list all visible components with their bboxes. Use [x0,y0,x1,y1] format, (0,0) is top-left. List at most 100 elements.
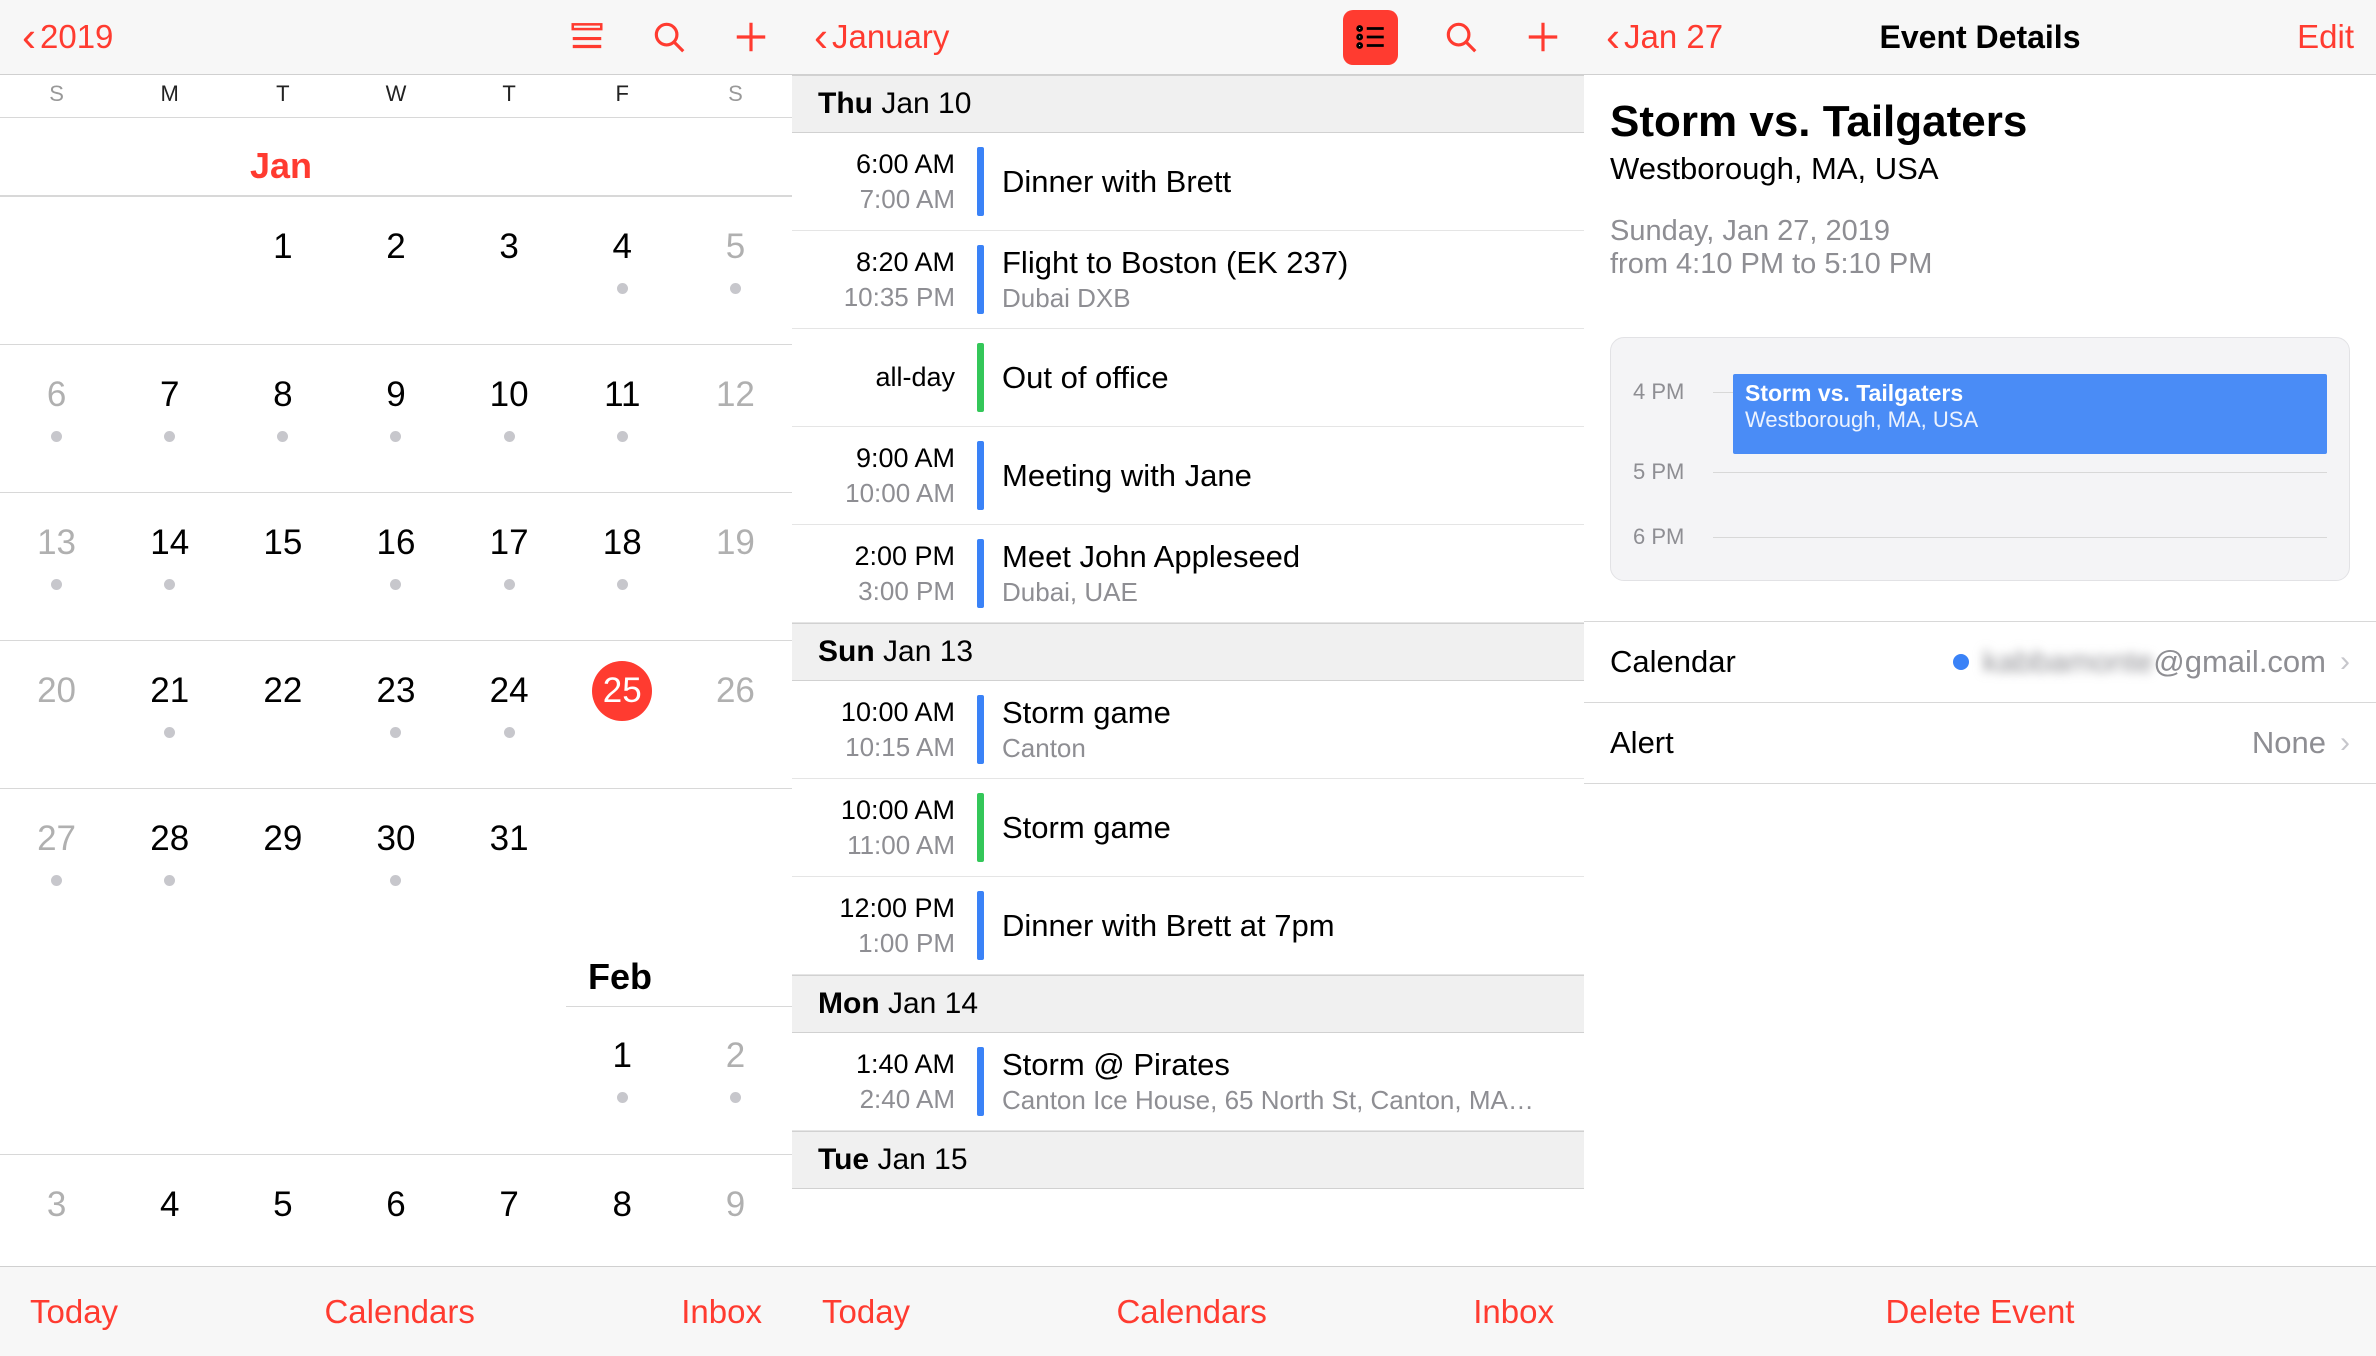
day-number: 27 [27,809,87,869]
event-list-scroll[interactable]: Thu Jan 106:00 AM7:00 AMDinner with Bret… [792,75,1584,1266]
day-header: Tue Jan 15 [792,1131,1584,1189]
event-row[interactable]: 1:40 AM2:40 AMStorm @ PiratesCanton Ice … [792,1033,1584,1131]
day-cell[interactable]: 29 [226,789,339,936]
day-cell[interactable]: 7 [453,1155,566,1244]
day-cell[interactable]: 6 [0,345,113,492]
day-cell[interactable]: 24 [453,641,566,788]
day-number: 7 [479,1175,539,1235]
inbox-button[interactable]: Inbox [1473,1293,1554,1331]
event-row[interactable]: all-dayOut of office [792,329,1584,427]
day-number: 5 [705,217,765,277]
search-icon[interactable] [1442,18,1480,56]
search-icon[interactable] [650,18,688,56]
day-cell[interactable]: 18 [566,493,679,640]
day-cell[interactable]: 7 [113,345,226,492]
day-cell[interactable]: 3 [453,197,566,344]
event-dot-icon [164,875,175,886]
day-cell[interactable]: 2 [679,1006,792,1154]
event-row[interactable]: 10:00 AM11:00 AMStorm game [792,779,1584,877]
day-cell[interactable]: 31 [453,789,566,936]
event-color-bar [977,245,984,314]
detail-scroll-area[interactable]: Storm vs. Tailgaters Westborough, MA, US… [1584,75,2376,1266]
back-to-month-button[interactable]: ‹ January [814,16,949,58]
calendars-button[interactable]: Calendars [1116,1293,1266,1331]
day-cell[interactable]: 8 [566,1155,679,1244]
day-view-icon[interactable] [568,18,606,56]
day-cell[interactable]: 20 [0,641,113,788]
day-cell[interactable]: 19 [679,493,792,640]
event-content: Storm gameCanton [984,695,1584,764]
event-row[interactable]: 2:00 PM3:00 PMMeet John AppleseedDubai, … [792,525,1584,623]
day-cell[interactable]: 5 [679,197,792,344]
event-row[interactable]: 6:00 AM7:00 AMDinner with Brett [792,133,1584,231]
day-cell[interactable]: 14 [113,493,226,640]
day-cell[interactable]: 12 [679,345,792,492]
day-number: 10 [479,365,539,425]
day-cell[interactable]: 17 [453,493,566,640]
back-to-year-button[interactable]: ‹ 2019 [22,16,113,58]
today-button[interactable]: Today [822,1293,910,1331]
day-cell[interactable]: 11 [566,345,679,492]
edit-button[interactable]: Edit [2297,18,2354,56]
event-content: Out of office [984,360,1584,396]
day-number: 26 [705,661,765,721]
month-label-row: Feb [0,936,792,1006]
month-tabbar: Today Calendars Inbox [0,1266,792,1356]
day-cell[interactable]: 6 [339,1155,452,1244]
day-cell[interactable]: 9 [339,345,452,492]
day-cell[interactable]: 13 [0,493,113,640]
day-cell[interactable]: 26 [679,641,792,788]
event-row[interactable]: 12:00 PM1:00 PMDinner with Brett at 7pm [792,877,1584,975]
day-cell[interactable]: 3 [0,1155,113,1244]
event-dot-icon [51,875,62,886]
alert-row-label: Alert [1610,725,1674,761]
day-cell [339,1006,452,1154]
event-color-bar [977,441,984,510]
day-cell[interactable]: 15 [226,493,339,640]
day-number: 22 [253,661,313,721]
alert-row[interactable]: Alert None › [1584,703,2376,784]
list-view-toggle-icon[interactable] [1343,10,1398,65]
day-cell[interactable]: 25 [566,641,679,788]
event-row[interactable]: 8:20 AM10:35 PMFlight to Boston (EK 237)… [792,231,1584,329]
day-cell[interactable]: 23 [339,641,452,788]
calendar-row[interactable]: Calendar kabbamonte@gmail.com › [1584,621,2376,703]
weekday-header-row: S M T W T F S [0,75,792,118]
add-event-icon[interactable] [732,18,770,56]
event-row[interactable]: 9:00 AM10:00 AMMeeting with Jane [792,427,1584,525]
inbox-button[interactable]: Inbox [681,1293,762,1331]
add-event-icon[interactable] [1524,18,1562,56]
month-label-feb: Feb [588,956,652,998]
day-number: 23 [366,661,426,721]
day-cell[interactable]: 22 [226,641,339,788]
detail-tabbar: Delete Event [1584,1266,2376,1356]
back-to-day-button[interactable]: ‹ Jan 27 [1606,16,1723,58]
day-cell[interactable]: 1 [566,1006,679,1154]
day-cell[interactable]: 9 [679,1155,792,1244]
day-cell[interactable]: 27 [0,789,113,936]
day-cell[interactable]: 28 [113,789,226,936]
chevron-left-icon: ‹ [814,16,828,58]
day-cell[interactable]: 10 [453,345,566,492]
month-scroll-area[interactable]: Jan 123456789101112131415161718192021222… [0,118,792,1266]
day-cell[interactable]: 4 [566,197,679,344]
day-number: 11 [592,365,652,425]
delete-event-button[interactable]: Delete Event [1886,1293,2075,1331]
day-cell[interactable]: 8 [226,345,339,492]
chevron-right-icon: › [2340,726,2350,760]
day-cell[interactable]: 4 [113,1155,226,1244]
event-dot-icon [617,1092,628,1103]
today-button[interactable]: Today [30,1293,118,1331]
day-number: 31 [479,809,539,869]
day-cell[interactable]: 30 [339,789,452,936]
day-cell[interactable]: 2 [339,197,452,344]
event-time-col: 10:00 AM10:15 AM [792,697,977,763]
day-cell[interactable]: 1 [226,197,339,344]
event-row[interactable]: 10:00 AM10:15 AMStorm gameCanton [792,681,1584,779]
event-dot-icon [390,579,401,590]
day-number: 6 [27,365,87,425]
day-cell[interactable]: 5 [226,1155,339,1244]
day-cell[interactable]: 16 [339,493,452,640]
day-cell[interactable]: 21 [113,641,226,788]
calendars-button[interactable]: Calendars [324,1293,474,1331]
